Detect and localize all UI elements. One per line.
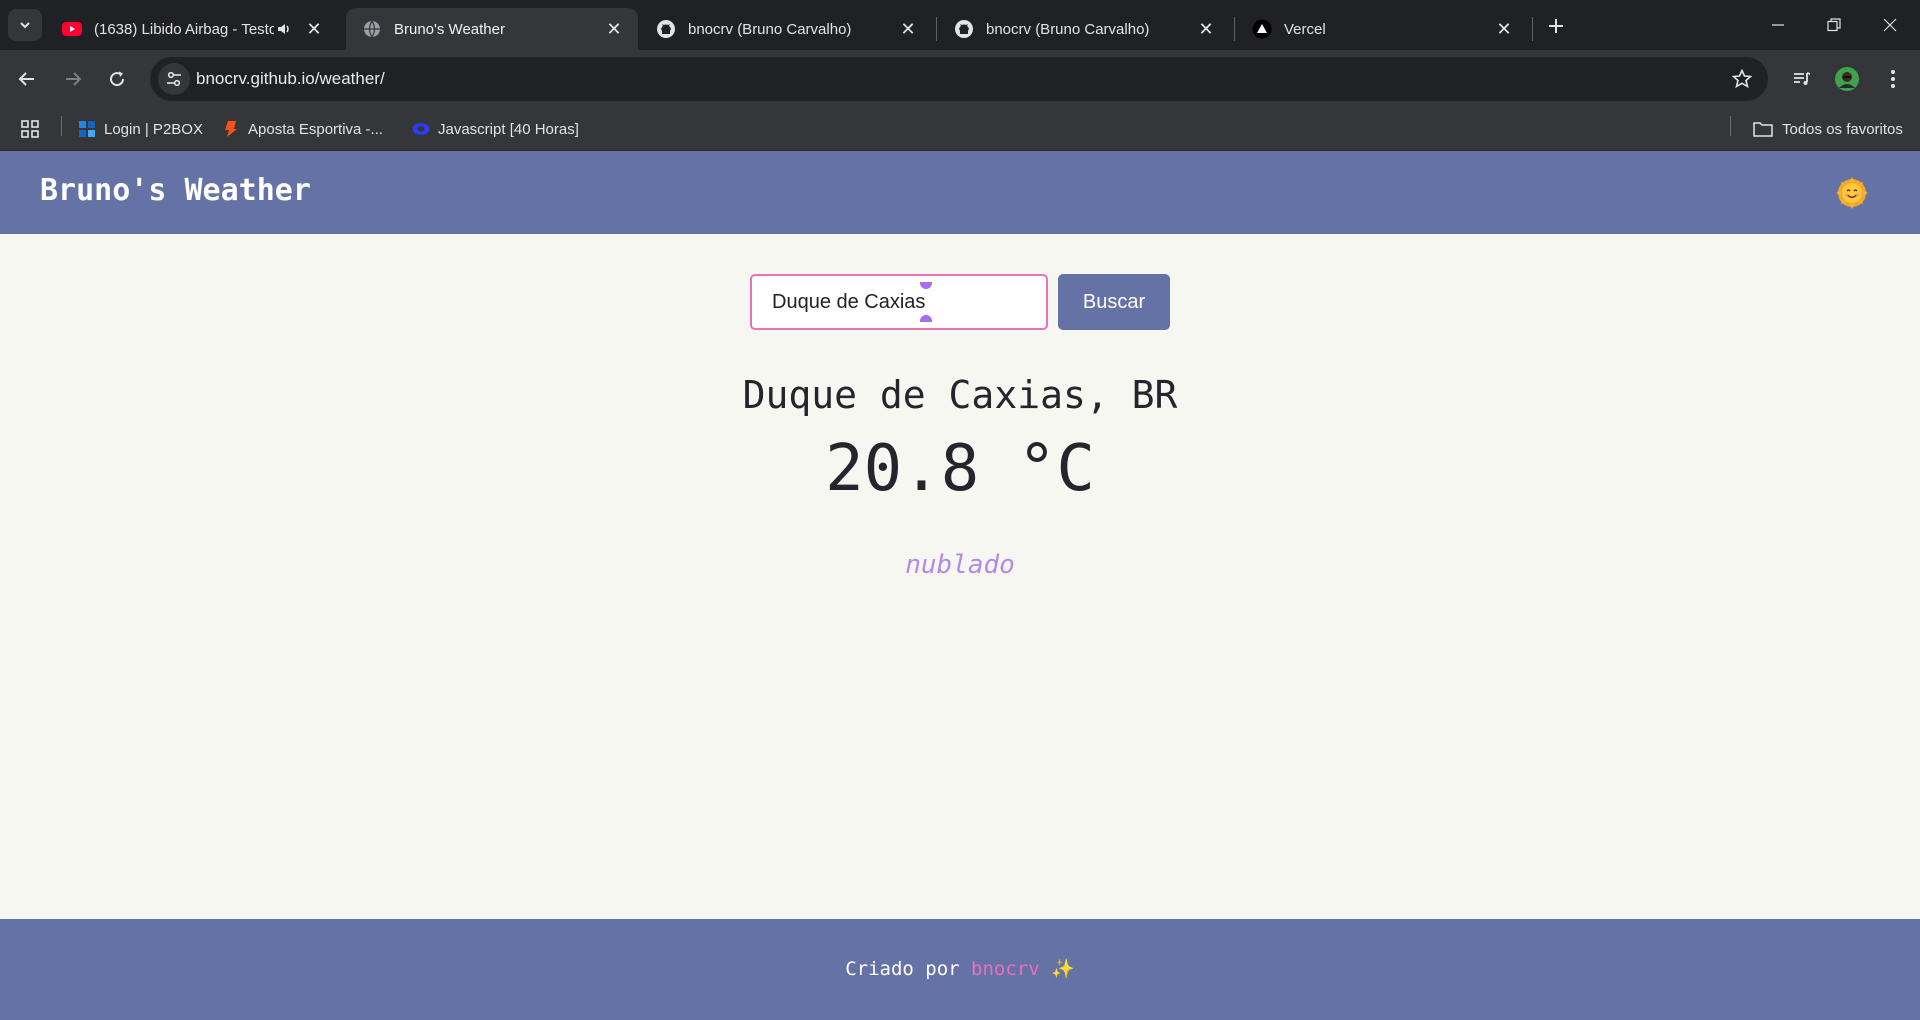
app-title: Bruno's Weather (40, 173, 311, 208)
chevron-down-icon (20, 22, 30, 29)
bookmark-separator (61, 116, 62, 136)
all-bookmarks-label: Todos os favoritos (1782, 120, 1903, 138)
browser-toolbar: bnocrv.github.io/weather/ (0, 50, 1920, 107)
tab-title: Vercel (1284, 20, 1326, 38)
new-tab-button[interactable] (1540, 10, 1572, 42)
back-button[interactable] (10, 62, 44, 96)
tab-title: bnocrv (Bruno Carvalho) (688, 20, 852, 38)
sun-emoji-icon (1836, 177, 1868, 209)
minimize-icon (1772, 24, 1784, 26)
media-controls-button[interactable] (1785, 62, 1819, 96)
folder-icon (1752, 120, 1774, 138)
bookmark-javascript[interactable]: Javascript [40 Horas] (412, 115, 579, 143)
arrow-left-icon (18, 72, 34, 86)
all-bookmarks-button[interactable]: Todos os favoritos (1752, 115, 1903, 143)
apps-grid-icon (21, 120, 39, 138)
speaker-icon[interactable] (274, 19, 294, 39)
restore-icon (1827, 18, 1841, 32)
theme-toggle-button[interactable] (1836, 177, 1868, 209)
window-close-button[interactable] (1862, 0, 1918, 50)
site-info-button[interactable] (158, 63, 190, 95)
more-vertical-icon (1891, 70, 1895, 88)
close-icon[interactable]: ✕ (1494, 19, 1514, 39)
arrow-right-icon (66, 72, 82, 86)
weather-description: nublado (905, 550, 1015, 580)
queue-music-icon (1794, 72, 1811, 85)
tab-title: Bruno's Weather (394, 20, 505, 38)
p2box-icon (78, 120, 96, 138)
minimize-button[interactable] (1750, 0, 1806, 50)
tab-brunos-weather[interactable]: Bruno's Weather ✕ (346, 8, 638, 50)
close-icon[interactable]: ✕ (304, 19, 324, 39)
restore-button[interactable] (1806, 0, 1862, 50)
github-icon (656, 19, 676, 39)
close-icon (1883, 18, 1897, 32)
star-icon (1732, 69, 1752, 89)
betting-icon (222, 120, 240, 138)
bookmark-label: Javascript [40 Horas] (438, 120, 579, 138)
close-icon[interactable]: ✕ (604, 19, 624, 39)
forward-button[interactable] (56, 62, 90, 96)
apps-button[interactable] (20, 115, 40, 143)
footer-prefix: Criado por (845, 958, 960, 980)
avatar-icon (1835, 67, 1859, 91)
tab-youtube[interactable]: (1638) Libido Airbag - Testo ✕ (46, 8, 338, 50)
city-search-input[interactable] (750, 274, 1048, 330)
app-footer: Criado por bnocrv ✨ (0, 919, 1920, 1020)
vercel-icon (1252, 19, 1272, 39)
author-link[interactable]: bnocrv (971, 958, 1040, 980)
temperature-value: 20.8 °C (825, 432, 1095, 506)
chrome-menu-button[interactable] (1876, 62, 1910, 96)
profile-avatar[interactable] (1830, 62, 1864, 96)
tab-vercel[interactable]: Vercel ✕ (1236, 8, 1528, 50)
globe-icon (362, 19, 382, 39)
close-icon[interactable]: ✕ (1196, 19, 1216, 39)
bookmark-label: Login | P2BOX (104, 120, 203, 138)
youtube-icon (62, 19, 82, 39)
tune-icon (167, 71, 181, 87)
tab-search-button[interactable] (8, 9, 42, 41)
tab-separator (1532, 17, 1533, 41)
tab-github-1[interactable]: bnocrv (Bruno Carvalho) ✕ (640, 8, 932, 50)
bookmark-label: Aposta Esportiva -... (248, 120, 384, 138)
plus-icon (1549, 19, 1563, 33)
text-caret-handle-bottom (920, 315, 932, 322)
bookmark-star-button[interactable] (1730, 67, 1754, 91)
bookmark-separator (1730, 116, 1731, 136)
reload-button[interactable] (100, 62, 134, 96)
reload-icon (110, 71, 125, 87)
weather-result: Duque de Caxias, BR 20.8 °C nublado (0, 370, 1920, 580)
address-bar[interactable]: bnocrv.github.io/weather/ (150, 57, 1768, 101)
app-header: Bruno's Weather (0, 151, 1920, 234)
sparkles-icon: ✨ (1051, 958, 1075, 980)
tab-separator (1234, 17, 1235, 41)
footer-credit: Criado por bnocrv ✨ (0, 957, 1920, 980)
tab-separator (936, 17, 937, 41)
tab-title: bnocrv (Bruno Carvalho) (986, 20, 1150, 38)
github-icon (954, 19, 974, 39)
bookmark-aposta[interactable]: Aposta Esportiva -... (222, 115, 383, 143)
browser-tabstrip: (1638) Libido Airbag - Testo ✕ Bruno's W… (0, 0, 1920, 50)
url-text[interactable]: bnocrv.github.io/weather/ (196, 69, 385, 89)
course-icon (412, 120, 430, 138)
close-icon[interactable]: ✕ (898, 19, 918, 39)
bookmarks-bar: Login | P2BOX Aposta Esportiva -... Java… (0, 107, 1920, 151)
location-name: Duque de Caxias, BR (742, 373, 1178, 417)
tab-title: (1638) Libido Airbag - Testo (94, 20, 274, 38)
search-button[interactable]: Buscar (1058, 274, 1170, 330)
tab-github-2[interactable]: bnocrv (Bruno Carvalho) ✕ (938, 8, 1230, 50)
bookmark-p2box[interactable]: Login | P2BOX (78, 115, 203, 143)
